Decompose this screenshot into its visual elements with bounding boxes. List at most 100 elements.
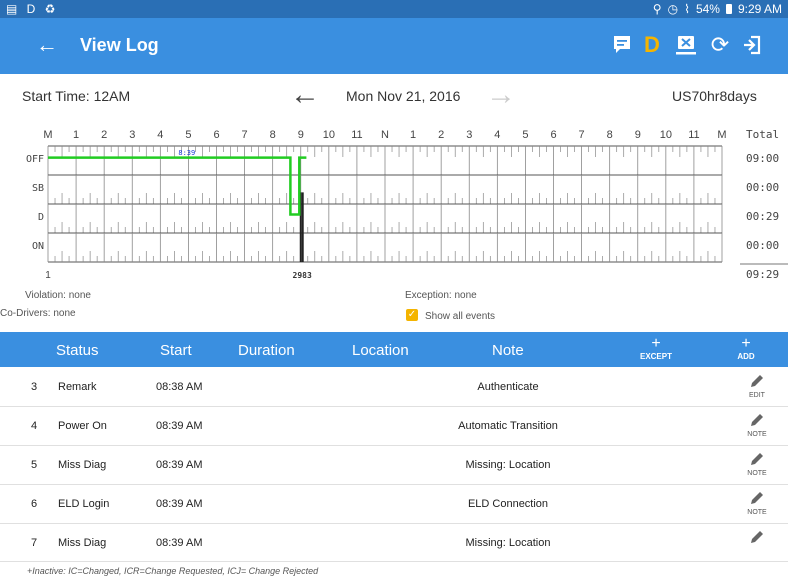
hour-label: 9 (298, 129, 304, 141)
event-marker-label: 2983 (293, 271, 312, 280)
row-note: Missing: Location (465, 537, 551, 549)
clock: 9:29 AM (737, 2, 782, 16)
message-icon[interactable] (608, 30, 636, 60)
hour-label: 2 (101, 129, 107, 141)
next-day-arrow-icon[interactable]: → (486, 80, 516, 110)
row-number: 4 (31, 420, 38, 432)
alarm-icon: ◷ (667, 2, 679, 16)
add-event-label: ADD (737, 352, 755, 361)
app-root: ▤ D ♻ ⚲ ◷ ⌇ 54% 9:29 AM ← View Log D ⟳ S… (0, 0, 788, 582)
table-row[interactable]: 6 ELD Login 08:39 AM ELD Connection NOTE (0, 485, 788, 524)
table-row[interactable]: 5 Miss Diag 08:39 AM Missing: Location N… (0, 446, 788, 485)
plus-icon: + (741, 335, 751, 352)
row-status: Miss Diag (58, 537, 107, 549)
certify-icon[interactable] (672, 30, 700, 60)
hour-label: N (381, 129, 389, 141)
start-time: Start Time: 12AM (22, 88, 131, 104)
show-all-events-checkbox[interactable]: ✓ (406, 309, 418, 321)
grand-total: 09:29 (746, 268, 779, 281)
system-status-bar: ▤ D ♻ ⚲ ◷ ⌇ 54% 9:29 AM (0, 0, 788, 18)
col-status: Status (56, 342, 99, 359)
row-total: 00:00 (746, 181, 779, 194)
pencil-icon (751, 414, 763, 426)
action-label: NOTE (747, 470, 767, 477)
action-label: EDIT (749, 392, 765, 399)
exception-text: Exception: none (405, 290, 477, 301)
hour-label: 5 (522, 129, 528, 141)
location-icon: ⚲ (652, 2, 662, 16)
col-location: Location (352, 342, 409, 359)
hour-label: 11 (351, 129, 362, 141)
col-start: Start (160, 342, 192, 359)
bottom-left-label: 1 (45, 270, 51, 281)
violation-text: Violation: none (25, 290, 91, 301)
battery-icon (725, 4, 732, 14)
hour-label: 6 (213, 129, 219, 141)
hour-label: 8 (270, 129, 276, 141)
col-duration: Duration (238, 342, 295, 359)
row-note: Missing: Location (465, 459, 551, 471)
hour-label: 2 (438, 129, 444, 141)
note-button[interactable]: NOTE (740, 413, 774, 438)
row-status: Miss Diag (58, 459, 107, 471)
row-note: Automatic Transition (458, 420, 558, 432)
hour-label: M (717, 129, 726, 141)
plus-icon: + (651, 335, 661, 352)
action-label: NOTE (747, 509, 767, 516)
edit-button[interactable]: EDIT (740, 374, 774, 399)
table-row[interactable]: 4 Power On 08:39 AM Automatic Transition… (0, 407, 788, 446)
hour-label: 3 (466, 129, 472, 141)
row-total: 09:00 (746, 152, 779, 165)
add-event-button[interactable]: + ADD (716, 335, 776, 362)
row-status: Remark (58, 381, 97, 393)
row-number: 5 (31, 459, 38, 471)
hour-label: 4 (157, 129, 163, 141)
status-row-label: OFF (26, 154, 44, 165)
hour-label: 6 (550, 129, 556, 141)
row-number: 7 (31, 537, 38, 549)
add-exception-label: EXCEPT (639, 352, 672, 361)
pencil-icon (751, 453, 763, 465)
driver-d-icon[interactable]: D (638, 30, 666, 60)
row-status: Power On (58, 420, 107, 432)
pencil-icon (751, 531, 763, 543)
note-button[interactable] (740, 530, 774, 547)
cycle-rule: US70hr8days (672, 88, 757, 104)
co-drivers-text: Co-Drivers: none (0, 308, 76, 319)
back-arrow-icon[interactable]: ← (36, 32, 58, 58)
note-button[interactable]: NOTE (740, 491, 774, 516)
hour-label: 1 (73, 129, 79, 141)
row-note: Authenticate (477, 381, 539, 393)
row-number: 3 (31, 381, 38, 393)
marker-time-label: 8:39 (178, 149, 195, 157)
prev-day-arrow-icon[interactable]: ← (290, 80, 320, 110)
log-date: Mon Nov 21, 2016 (346, 88, 461, 104)
table-row[interactable]: 3 Remark 08:38 AM Authenticate EDIT (0, 368, 788, 407)
wifi-icon: ⌇ (684, 2, 690, 16)
hour-label: 10 (660, 129, 672, 141)
hour-label: 3 (129, 129, 135, 141)
pencil-icon (751, 375, 763, 387)
pencil-icon (751, 492, 763, 504)
note-button[interactable]: NOTE (740, 452, 774, 477)
hour-label: 11 (688, 129, 699, 141)
row-total: 00:29 (746, 210, 779, 223)
table-row[interactable]: 7 Miss Diag 08:39 AM Missing: Location (0, 524, 788, 562)
hour-label: 1 (410, 129, 416, 141)
hour-label: 5 (185, 129, 191, 141)
add-exception-button[interactable]: + EXCEPT (626, 335, 686, 362)
hour-label: 10 (323, 129, 335, 141)
logout-icon[interactable] (738, 30, 766, 60)
row-status: ELD Login (58, 498, 110, 510)
notification-icons: ▤ D ♻ (6, 2, 59, 16)
refresh-icon[interactable]: ⟳ (706, 30, 734, 60)
hour-label: M (43, 129, 52, 141)
row-start: 08:39 AM (156, 537, 203, 549)
events-table-header: Status Start Duration Location Note + EX… (0, 332, 788, 367)
row-number: 6 (31, 498, 38, 510)
row-note: ELD Connection (467, 498, 549, 510)
app-bar: ← View Log D ⟳ (0, 18, 788, 74)
total-header: Total (746, 128, 779, 141)
row-start: 08:38 AM (156, 381, 203, 393)
duty-status-graph: M 1 2 3 4 5 6 7 8 9 10 11 N 1 2 3 4 5 6 7 8 9 10 11 M Total OFF 09:… (26, 128, 788, 281)
